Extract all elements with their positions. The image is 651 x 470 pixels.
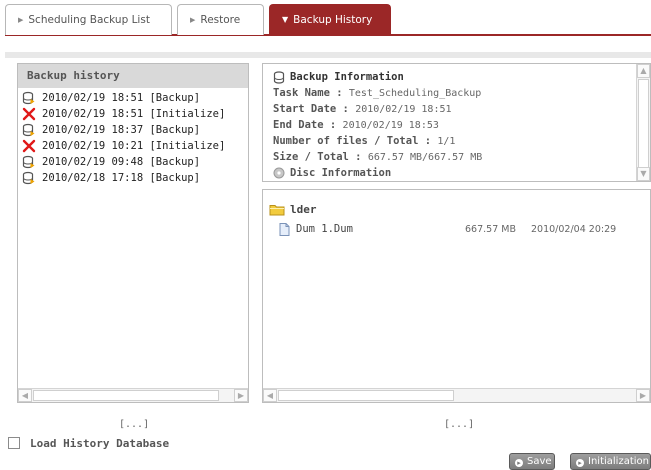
tab-scheduling-backup-list[interactable]: ▶ Scheduling Backup List (5, 4, 172, 35)
number-of-files-label: Number of files / Total : (273, 135, 432, 147)
history-item[interactable]: 2010/02/19 18:37 [Backup] (18, 122, 248, 138)
size-value: 667.57 MB/667.57 MB (367, 152, 483, 163)
section-divider (5, 52, 651, 58)
initialization-button-label: Initialization (588, 456, 649, 467)
history-item[interactable]: 2010/02/19 18:51 [Initialize] (18, 106, 248, 122)
scroll-left-icon[interactable]: ◀ (18, 389, 32, 402)
history-item-text: 2010/02/19 18:51 [Initialize] (42, 108, 226, 120)
history-item[interactable]: 2010/02/19 09:48 [Backup] (18, 154, 248, 170)
load-history-label: Load History Database (30, 436, 170, 450)
task-name-row: Task Name : Test_Scheduling_Backup (273, 85, 632, 101)
history-item[interactable]: 2010/02/19 18:51 [Backup] (18, 90, 248, 106)
folder-item[interactable]: lder (269, 200, 317, 218)
history-item-text: 2010/02/19 18:37 [Backup] (42, 124, 201, 136)
scroll-right-icon[interactable]: ▶ (234, 389, 248, 402)
tab-restore[interactable]: ▶ Restore (177, 4, 264, 35)
start-date-value: 2010/02/19 18:51 (355, 104, 452, 115)
chevron-down-icon: ▼ (282, 15, 289, 24)
horizontal-scrollbar[interactable]: ◀ ▶ (263, 388, 650, 402)
chevron-right-icon: ▶ (18, 16, 24, 24)
load-history-checkbox[interactable] (8, 437, 20, 449)
file-date: 2010/02/04 20:29 (531, 223, 617, 235)
scroll-up-icon[interactable]: ▲ (637, 64, 650, 78)
backup-icon (22, 171, 35, 185)
vertical-scrollbar[interactable]: ▲ ▼ (636, 64, 650, 181)
disc-information-row[interactable]: Disc Information (273, 165, 632, 181)
backup-icon (22, 123, 35, 137)
left-pagination-ellipsis[interactable]: [...] (119, 419, 149, 430)
task-name-value: Test_Scheduling_Backup (348, 88, 482, 99)
size-row: Size / Total : 667.57 MB/667.57 MB (273, 149, 632, 165)
arrow-right-icon: ▸ (576, 459, 584, 467)
scroll-left-icon[interactable]: ◀ (263, 389, 277, 402)
file-name: Dum 1.Dum (296, 223, 353, 235)
tab-label: Backup History (293, 14, 373, 26)
history-item-text: 2010/02/19 09:48 [Backup] (42, 156, 201, 168)
save-button[interactable]: ▸ Save (509, 453, 555, 470)
start-date-row: Start Date : 2010/02/19 18:51 (273, 101, 632, 117)
right-pagination-ellipsis[interactable]: [...] (444, 419, 474, 430)
save-button-label: Save (527, 456, 552, 467)
task-name-label: Task Name : (273, 87, 343, 99)
end-date-value: 2010/02/19 18:53 (342, 120, 439, 131)
tab-bar: ▶ Scheduling Backup List ▶ Restore ▼ Backup… (5, 4, 651, 36)
backup-history-list: 2010/02/19 18:51 [Backup] 2010/02/19 18:… (18, 88, 248, 186)
file-list-panel: lder Dum 1.Dum 667.57 MB 2010/02/04 20:2… (262, 189, 651, 403)
backup-icon (22, 91, 35, 105)
scrollbar-thumb[interactable] (33, 390, 219, 401)
file-icon (279, 222, 290, 236)
backup-history-header: Backup history (18, 64, 248, 88)
disc-icon (273, 167, 285, 179)
initialization-button[interactable]: ▸ Initialization (570, 453, 651, 470)
backup-information-title: Backup Information (290, 71, 404, 83)
backup-icon (22, 155, 35, 169)
scroll-right-icon[interactable]: ▶ (636, 389, 650, 402)
backup-information-panel: Backup Information Task Name : Test_Sche… (262, 63, 651, 182)
file-row[interactable]: Dum 1.Dum 667.57 MB 2010/02/04 20:29 (279, 220, 636, 238)
tab-label: Restore (200, 14, 241, 26)
disc-information-title: Disc Information (290, 167, 392, 179)
arrow-right-icon: ▸ (515, 459, 523, 467)
history-item-text: 2010/02/19 10:21 [Initialize] (42, 140, 226, 152)
error-x-icon (22, 139, 36, 153)
error-x-icon (22, 107, 36, 121)
end-date-row: End Date : 2010/02/19 18:53 (273, 117, 632, 133)
history-item-text: 2010/02/18 17:18 [Backup] (42, 172, 201, 184)
tab-backup-history[interactable]: ▼ Backup History (269, 4, 391, 35)
backup-history-panel: Backup history 2010/02/19 18:51 [Backup]… (17, 63, 249, 403)
tab-label: Scheduling Backup List (28, 14, 150, 26)
history-item[interactable]: 2010/02/19 10:21 [Initialize] (18, 138, 248, 154)
horizontal-scrollbar[interactable]: ◀ ▶ (18, 388, 248, 402)
folder-name: lder (290, 202, 317, 216)
scrollbar-thumb[interactable] (278, 390, 454, 401)
folder-icon (269, 204, 285, 215)
load-history-row: Load History Database (8, 435, 169, 451)
backup-information-title-row: Backup Information (273, 69, 632, 85)
number-of-files-row: Number of files / Total : 1/1 (273, 133, 632, 149)
end-date-label: End Date : (273, 119, 337, 131)
size-label: Size / Total : (273, 151, 362, 163)
history-item-text: 2010/02/19 18:51 [Backup] (42, 92, 201, 104)
number-of-files-value: 1/1 (437, 136, 456, 147)
scroll-down-icon[interactable]: ▼ (637, 167, 650, 181)
database-icon (273, 70, 285, 84)
history-item[interactable]: 2010/02/18 17:18 [Backup] (18, 170, 248, 186)
file-size: 667.57 MB (465, 223, 516, 235)
chevron-right-icon: ▶ (190, 16, 196, 24)
start-date-label: Start Date : (273, 103, 349, 115)
